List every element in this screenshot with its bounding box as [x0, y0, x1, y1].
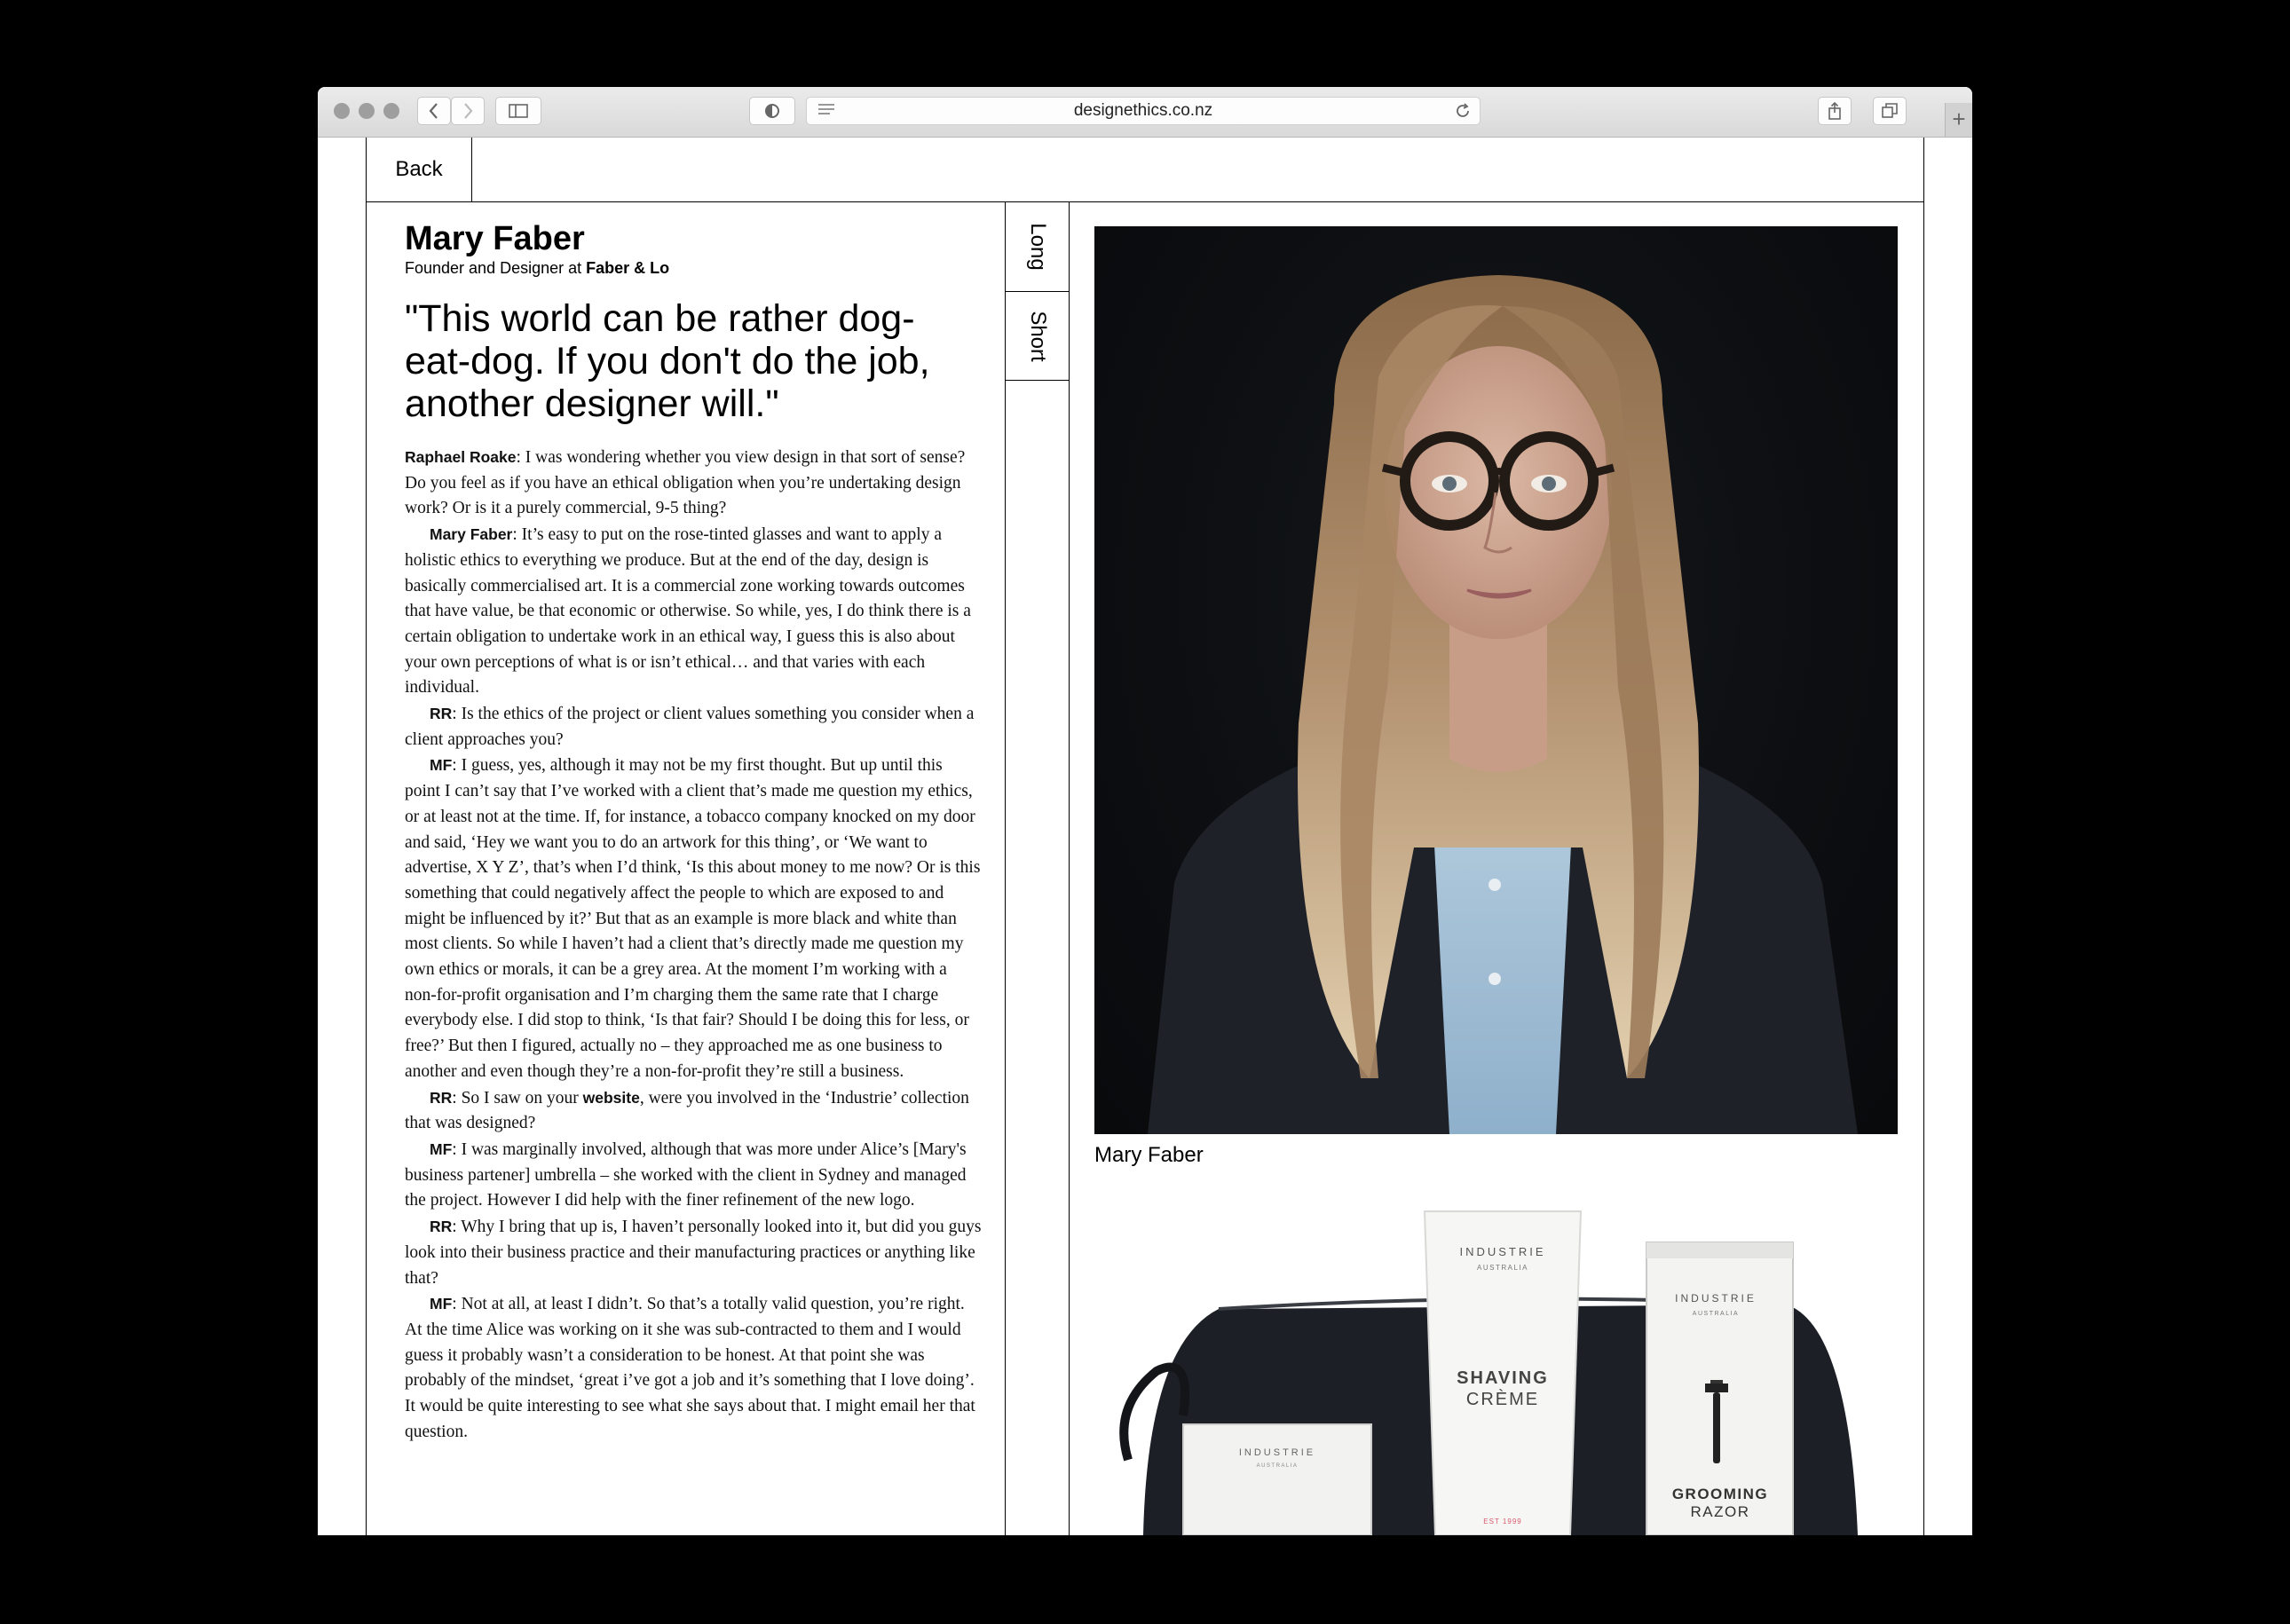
tab-short[interactable]: Short: [1006, 292, 1069, 381]
sidebar-toggle-icon[interactable]: [495, 97, 541, 125]
page-content: Back Long Short Mary Faber Founder and D…: [318, 138, 1972, 1535]
paragraph-text: : It’s easy to put on the rose-tinted gl…: [405, 525, 971, 698]
tab-long-label: Long: [1025, 223, 1050, 271]
speaker-label: Raphael Roake: [405, 448, 517, 466]
share-icon[interactable]: [1818, 97, 1852, 125]
company-name: Faber & Lo: [586, 259, 670, 277]
browser-toolbar: designethics.co.nz +: [318, 87, 1972, 138]
interview-paragraph: MF: I guess, yes, although it may not be…: [405, 753, 982, 1084]
pull-quote: "This world can be rather dog-eat-dog. I…: [405, 297, 930, 425]
paragraph-text: : Why I bring that up is, I haven’t pers…: [405, 1218, 982, 1288]
privacy-shield-icon[interactable]: [749, 97, 795, 125]
address-bar[interactable]: designethics.co.nz: [806, 97, 1481, 125]
reader-view-icon[interactable]: [817, 98, 835, 124]
frame-border-right: [1923, 138, 1924, 1535]
box-product-line2: RAZOR: [1691, 1503, 1750, 1520]
interview-paragraph: RR: Is the ethics of the project or clie…: [405, 701, 982, 753]
tube-est: EST 1999: [1483, 1518, 1521, 1525]
small-box-country: AUSTRALIA: [1257, 1463, 1299, 1469]
website-link[interactable]: website: [583, 1089, 640, 1107]
interview-paragraph: Mary Faber: It’s easy to put on the rose…: [405, 522, 982, 701]
interview-paragraph: RR: So I saw on your website, were you i…: [405, 1085, 982, 1137]
tab-long[interactable]: Long: [1006, 202, 1069, 292]
speaker-label: MF: [430, 1139, 453, 1158]
reload-icon[interactable]: [1455, 98, 1471, 128]
interview-body: Raphael Roake: I was wondering whether y…: [405, 445, 982, 1445]
tabs-overview-icon[interactable]: [1873, 97, 1907, 125]
speaker-label: MF: [430, 756, 453, 775]
speaker-label: RR: [430, 705, 453, 723]
speaker-label: Mary Faber: [430, 525, 513, 544]
minimize-window-icon[interactable]: [359, 103, 375, 119]
interview-paragraph: MF: I was marginally involved, although …: [405, 1137, 982, 1214]
portrait-photo: [1094, 226, 1898, 1134]
interview-paragraph: MF: Not at all, at least I didn’t. So th…: [405, 1291, 982, 1445]
paragraph-text: : I was marginally involved, although th…: [405, 1139, 967, 1210]
speaker-label: MF: [430, 1295, 453, 1313]
speaker-label: RR: [430, 1088, 453, 1107]
zoom-window-icon[interactable]: [383, 103, 399, 119]
portrait-illustration: [1148, 275, 1858, 1134]
interview-paragraph: RR: Why I bring that up is, I haven’t pe…: [405, 1214, 982, 1291]
tube-country: AUSTRALIA: [1477, 1264, 1528, 1272]
article-column: Mary Faber Founder and Designer at Faber…: [405, 219, 982, 1445]
back-arrow-icon[interactable]: [417, 97, 451, 125]
small-box-brand: INDUSTRIE: [1239, 1447, 1315, 1458]
box-brand: INDUSTRIE: [1675, 1292, 1757, 1305]
box-product-line1: GROOMING: [1672, 1486, 1768, 1502]
interviewee-name: Mary Faber: [405, 220, 585, 257]
header-divider: [366, 201, 1924, 202]
box-country: AUSTRALIA: [1693, 1311, 1739, 1317]
new-tab-icon[interactable]: +: [1945, 103, 1972, 137]
url-text[interactable]: designethics.co.nz: [1074, 101, 1212, 120]
tab-short-label: Short: [1025, 310, 1050, 362]
paragraph-text: : I guess, yes, although it may not be m…: [405, 756, 981, 1081]
product-illustration: INDUSTRIE AUSTRALIA SHAVING CRÈME EST 19…: [1119, 1210, 1858, 1535]
photo-caption: Mary Faber: [1094, 1143, 1204, 1167]
tube-brand: INDUSTRIE: [1459, 1245, 1545, 1258]
close-window-icon[interactable]: [334, 103, 350, 119]
paragraph-text: : Not at all, at least I didn’t. So that…: [405, 1295, 975, 1441]
interviewee-role: Founder and Designer at Faber & Lo: [405, 258, 982, 278]
browser-window: designethics.co.nz + Back Long Short Mar…: [318, 87, 1972, 1535]
column-divider: [1005, 201, 1006, 1535]
paragraph-text: : So I saw on your: [452, 1088, 583, 1108]
speaker-label: RR: [430, 1218, 453, 1236]
tube-product-line1: SHAVING: [1457, 1368, 1549, 1388]
column-divider: [1069, 201, 1070, 1535]
product-photo: INDUSTRIE AUSTRALIA SHAVING CRÈME EST 19…: [1094, 1194, 1898, 1535]
frame-border-left: [366, 138, 367, 1535]
role-prefix: Founder and Designer at: [405, 259, 582, 277]
paragraph-text: : Is the ethics of the project or client…: [405, 705, 975, 749]
interview-paragraph: Raphael Roake: I was wondering whether y…: [405, 445, 982, 522]
tube-product-line2: CRÈME: [1466, 1389, 1539, 1409]
forward-arrow-icon[interactable]: [451, 97, 485, 125]
back-button[interactable]: Back: [367, 138, 472, 201]
